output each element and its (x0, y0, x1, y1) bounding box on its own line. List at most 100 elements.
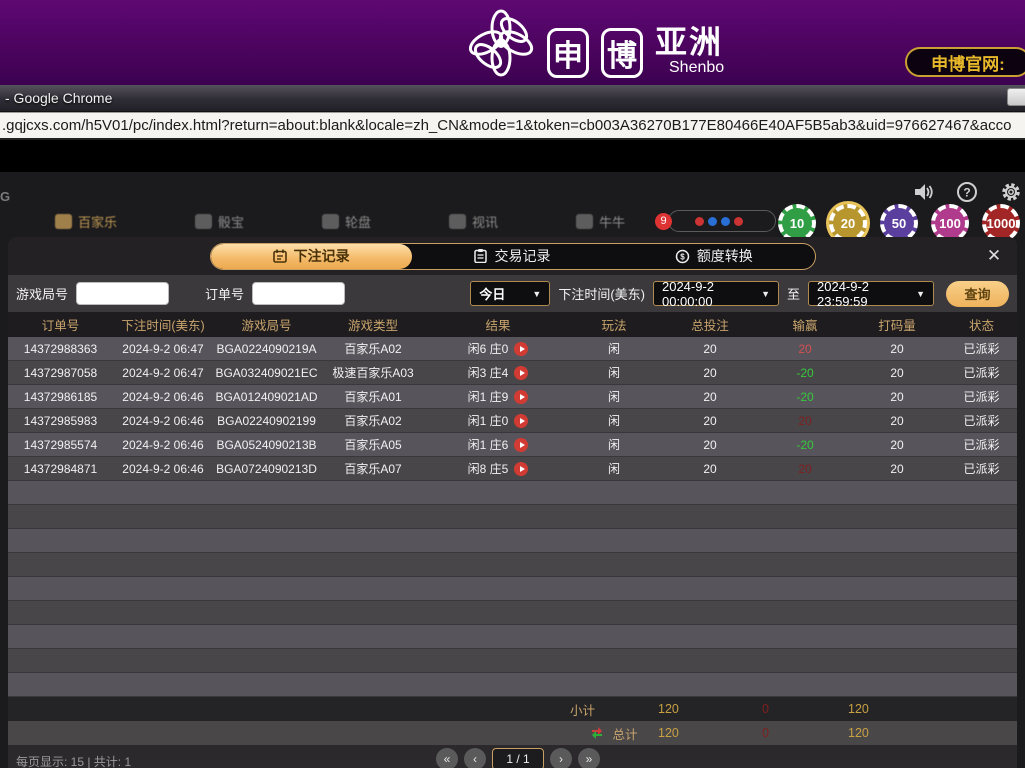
tray-dot (708, 217, 717, 226)
nav-label: 牛牛 (599, 212, 625, 231)
cell-win-loss: -20 (762, 366, 848, 380)
nav-label: 轮盘 (345, 212, 371, 231)
next-page-button[interactable]: › (550, 748, 572, 768)
logo-char-box: 博 (601, 28, 643, 78)
chip-tray[interactable] (668, 210, 776, 232)
tab-label: 额度转换 (697, 246, 753, 266)
replay-icon[interactable] (514, 438, 528, 452)
modal-tabs: 下注记录 交易记录 $ 额度转换 (210, 243, 816, 270)
official-site-label: 申博官网: (931, 50, 1005, 75)
volume-icon[interactable] (912, 181, 934, 203)
window-control-button[interactable] (1007, 88, 1025, 106)
nav-item-niuniu[interactable]: 牛牛 (576, 212, 625, 231)
cell-win-loss: -20 (762, 390, 848, 404)
prev-page-button[interactable]: ‹ (464, 748, 486, 768)
calendar-icon (273, 249, 287, 263)
official-site-button[interactable]: 申博官网: (905, 47, 1025, 77)
browser-urlbar[interactable]: .gqjcxs.com/h5V01/pc/index.html?return=a… (0, 112, 1025, 140)
game-icon (322, 214, 339, 229)
total-total-bet: 120 (658, 726, 762, 740)
first-page-button[interactable]: « (436, 748, 458, 768)
cell-round-no: BGA032409021EC (213, 366, 320, 380)
tab-transaction-records[interactable]: 交易记录 (412, 244, 613, 269)
cell-order-no: 14372987058 (8, 366, 113, 380)
cell-volume: 20 (848, 438, 946, 452)
table-row: 14372985574 2024-9-2 06:46 BGA0524090213… (8, 433, 1017, 457)
page-summary: 每页显示: 15 | 共计: 1 (16, 753, 131, 768)
date-from-select[interactable]: 2024-9-2 00:00:00 ▼ (653, 281, 779, 306)
tab-label: 交易记录 (494, 246, 550, 266)
replay-icon[interactable] (514, 342, 528, 356)
nav-item-baccarat[interactable]: 百家乐 (55, 212, 117, 231)
cell-bet-time: 2024-9-2 06:46 (113, 390, 213, 404)
cell-play: 闲 (570, 364, 658, 381)
cell-order-no: 14372985574 (8, 438, 113, 452)
nav-label: 百家乐 (78, 212, 117, 231)
date-range-value: 今日 (479, 284, 505, 303)
game-round-input[interactable] (76, 282, 169, 305)
cell-round-no: BGA0724090213D (213, 462, 320, 476)
col-play: 玩法 (570, 315, 658, 334)
cell-total-bet: 20 (658, 342, 762, 356)
pager: « ‹ 1 / 1 › » (436, 748, 600, 768)
nav-item-roulette[interactable]: 轮盘 (322, 212, 371, 231)
notification-group: 9 (655, 210, 776, 232)
page-indicator: 1 / 1 (492, 748, 544, 768)
browser-titlebar[interactable]: - Google Chrome (0, 85, 1025, 112)
last-page-button[interactable]: » (578, 748, 600, 768)
logo-region-text: 亚洲 (655, 26, 724, 58)
nav-item-live[interactable]: 视讯 (449, 212, 498, 231)
cell-round-no: BGA0224090219A (213, 342, 320, 356)
empty-row (8, 649, 1017, 673)
cell-volume: 20 (848, 462, 946, 476)
replay-icon[interactable] (514, 462, 528, 476)
cell-play: 闲 (570, 436, 658, 453)
cell-order-no: 14372986185 (8, 390, 113, 404)
search-button[interactable]: 查询 (946, 281, 1009, 307)
cell-volume: 20 (848, 366, 946, 380)
coin-transfer-icon: $ (675, 249, 690, 264)
nav-label: 视讯 (472, 212, 498, 231)
table-row: 14372988363 2024-9-2 06:47 BGA0224090219… (8, 337, 1017, 361)
bet-time-label: 下注时间(美东) (558, 284, 645, 303)
date-to-value: 2024-9-2 23:59:59 (817, 279, 906, 309)
cell-play: 闲 (570, 388, 658, 405)
col-result: 结果 (426, 315, 570, 334)
order-no-label: 订单号 (205, 284, 244, 303)
logo-char: 申 (553, 31, 583, 75)
cell-result: 闲1 庄6 (426, 436, 570, 453)
help-icon[interactable]: ? (956, 181, 978, 203)
tab-bet-records[interactable]: 下注记录 (211, 244, 412, 269)
date-range-select[interactable]: 今日 ▼ (470, 281, 550, 306)
date-to-select[interactable]: 2024-9-2 23:59:59 ▼ (808, 281, 934, 306)
gear-icon[interactable] (1000, 181, 1022, 203)
refresh-swap-icon[interactable] (590, 726, 604, 740)
url-text[interactable]: .gqjcxs.com/h5V01/pc/index.html?return=a… (0, 117, 1011, 134)
game-icon (55, 214, 72, 229)
cell-bet-time: 2024-9-2 06:47 (113, 366, 213, 380)
cell-game-type: 百家乐A05 (320, 436, 426, 453)
total-row: 总计 120 0 120 (8, 721, 1017, 745)
cell-result: 闲3 庄4 (426, 364, 570, 381)
nav-item-sicbo[interactable]: 骰宝 (195, 212, 244, 231)
table-row: 14372986185 2024-9-2 06:46 BGA012409021A… (8, 385, 1017, 409)
close-icon[interactable]: ✕ (983, 245, 1005, 267)
replay-icon[interactable] (514, 366, 528, 380)
col-round-no: 游戏局号 (213, 315, 320, 334)
replay-icon[interactable] (514, 414, 528, 428)
cell-order-no: 14372985983 (8, 414, 113, 428)
notification-badge: 9 (655, 213, 672, 230)
logo-latin-text: Shenbo (655, 60, 724, 76)
cell-volume: 20 (848, 342, 946, 356)
tab-quota-transfer[interactable]: $ 额度转换 (613, 244, 814, 269)
cell-result: 闲8 庄5 (426, 460, 570, 477)
logo-char-box: 申 (547, 28, 589, 78)
cell-total-bet: 20 (658, 366, 762, 380)
cell-win-loss: 20 (762, 462, 848, 476)
cell-play: 闲 (570, 340, 658, 357)
replay-icon[interactable] (514, 390, 528, 404)
subtotal-total-bet: 120 (658, 702, 762, 716)
order-no-input[interactable] (252, 282, 345, 305)
cell-win-loss: 20 (762, 414, 848, 428)
cell-status: 已派彩 (946, 388, 1017, 405)
